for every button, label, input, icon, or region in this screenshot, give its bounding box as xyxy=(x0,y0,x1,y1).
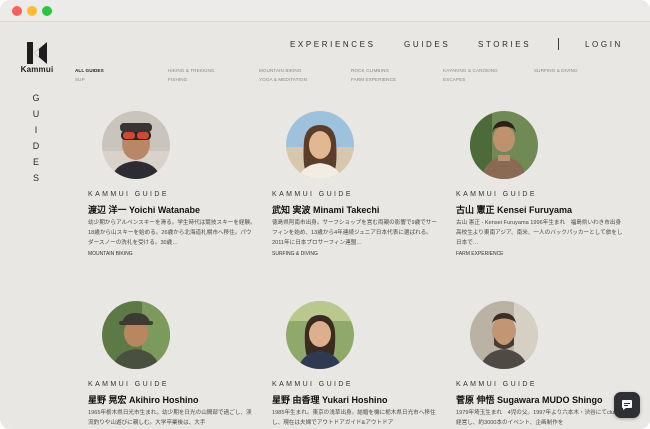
guide-avatar xyxy=(102,301,170,369)
page-title-vertical: GUIDES xyxy=(31,93,41,189)
filter-kayaking-canoeing[interactable]: KAYAKING & CANOEING xyxy=(443,68,498,73)
guide-description: 1985年生まれ。東京の浅草出身。結婚を機に栃木県日光市へ移住し、現在は夫婦でア… xyxy=(272,410,436,426)
filter-all-guides[interactable]: ALL GUIDES xyxy=(75,68,104,73)
guide-name[interactable]: 渡辺 洋一 Yoichi Watanabe xyxy=(88,203,200,216)
nav-guides[interactable]: GUIDES xyxy=(404,40,450,49)
guide-name[interactable]: 星野 由香理 Yukari Hoshino xyxy=(272,393,388,406)
guide-kicker: KAMMUI GUIDE xyxy=(88,381,169,388)
filter-escapes[interactable]: ESCAPES xyxy=(443,77,465,82)
filter-fishing[interactable]: FISHING xyxy=(168,77,187,82)
chat-bubble-icon xyxy=(622,400,632,410)
filter-sup[interactable]: SUP xyxy=(75,77,85,82)
window-titlebar xyxy=(0,0,650,22)
guide-name[interactable]: 古山 憲正 Kensei Furuyama xyxy=(456,203,572,216)
guide-kicker: KAMMUI GUIDE xyxy=(456,191,537,198)
guide-name[interactable]: 星野 晃宏 Akihiro Hoshino xyxy=(88,393,199,406)
guide-kicker: KAMMUI GUIDE xyxy=(88,191,169,198)
guide-name[interactable]: 武知 実波 Minami Takechi xyxy=(272,203,379,216)
guide-description: 古山 憲正 - Kensei Furuyama 1996年生まれ 福島県いわき市… xyxy=(456,220,623,246)
k-mountain-logo-icon xyxy=(27,42,47,64)
guide-activity-tag[interactable]: SURFING & DIVING xyxy=(272,251,318,257)
guide-activity-tag[interactable]: MOUNTAIN BIKING xyxy=(88,251,133,257)
guide-avatar xyxy=(286,301,354,369)
guide-activity-tag[interactable]: FARM EXPERIENCE xyxy=(456,251,504,257)
guide-avatar xyxy=(286,111,354,179)
guide-description: 1979年埼玉生まれ 4児の父。1997年より六本木・渋谷にてclubを経営し、… xyxy=(456,410,623,426)
category-filters: ALL GUIDES HIKING & TREKKING MOUNTAIN BI… xyxy=(75,68,615,86)
nav-divider xyxy=(558,38,559,50)
filter-farm-experience[interactable]: FARM EXPERIENCE xyxy=(351,77,396,82)
guide-kicker: KAMMUI GUIDE xyxy=(272,381,353,388)
guide-description: 徳島県阿南市出身。サーフショップを営む両親の影響で9歳でサーフィンを始め、13歳… xyxy=(272,220,437,246)
filter-rock-climbing[interactable]: ROCK CLIMBING xyxy=(351,68,389,73)
guide-kicker: KAMMUI GUIDE xyxy=(272,191,353,198)
brand-logo-link[interactable]: Kammui xyxy=(17,42,57,74)
guide-description: 1965年栃木県日光市生まれ。幼少期を日光の山間部で過ごし、渓流釣りや山遊びに親… xyxy=(88,410,252,426)
guide-description: 幼少期からアルペンスキーを滑る。学生時代は競技スキーを経験。18歳から山スキーを… xyxy=(88,220,256,246)
guide-avatar xyxy=(102,111,170,179)
minimize-window-button[interactable] xyxy=(27,6,37,16)
filter-yoga-meditation[interactable]: YOGA & MEDITATION xyxy=(259,77,307,82)
guide-avatar xyxy=(470,111,538,179)
brand-name: Kammui xyxy=(20,65,54,74)
filter-surfing-diving[interactable]: SURFING & DIVING xyxy=(534,68,578,73)
filter-mountain-biking[interactable]: MOUNTAIN BIKING xyxy=(259,68,302,73)
nav-experiences[interactable]: EXPERIENCES xyxy=(290,40,376,49)
close-window-button[interactable] xyxy=(12,6,22,16)
guide-kicker: KAMMUI GUIDE xyxy=(456,381,537,388)
browser-window: Kammui EXPERIENCES GUIDES STORIES LOGIN … xyxy=(0,0,650,429)
chat-button[interactable] xyxy=(614,392,640,418)
guide-avatar xyxy=(470,301,538,369)
filter-hiking-trekking[interactable]: HIKING & TREKKING xyxy=(168,68,215,73)
nav-stories[interactable]: STORIES xyxy=(478,40,531,49)
nav-login[interactable]: LOGIN xyxy=(585,40,623,49)
guide-name[interactable]: 菅原 伸悟 Sugawara MUDO Shingo xyxy=(456,393,603,406)
zoom-window-button[interactable] xyxy=(42,6,52,16)
